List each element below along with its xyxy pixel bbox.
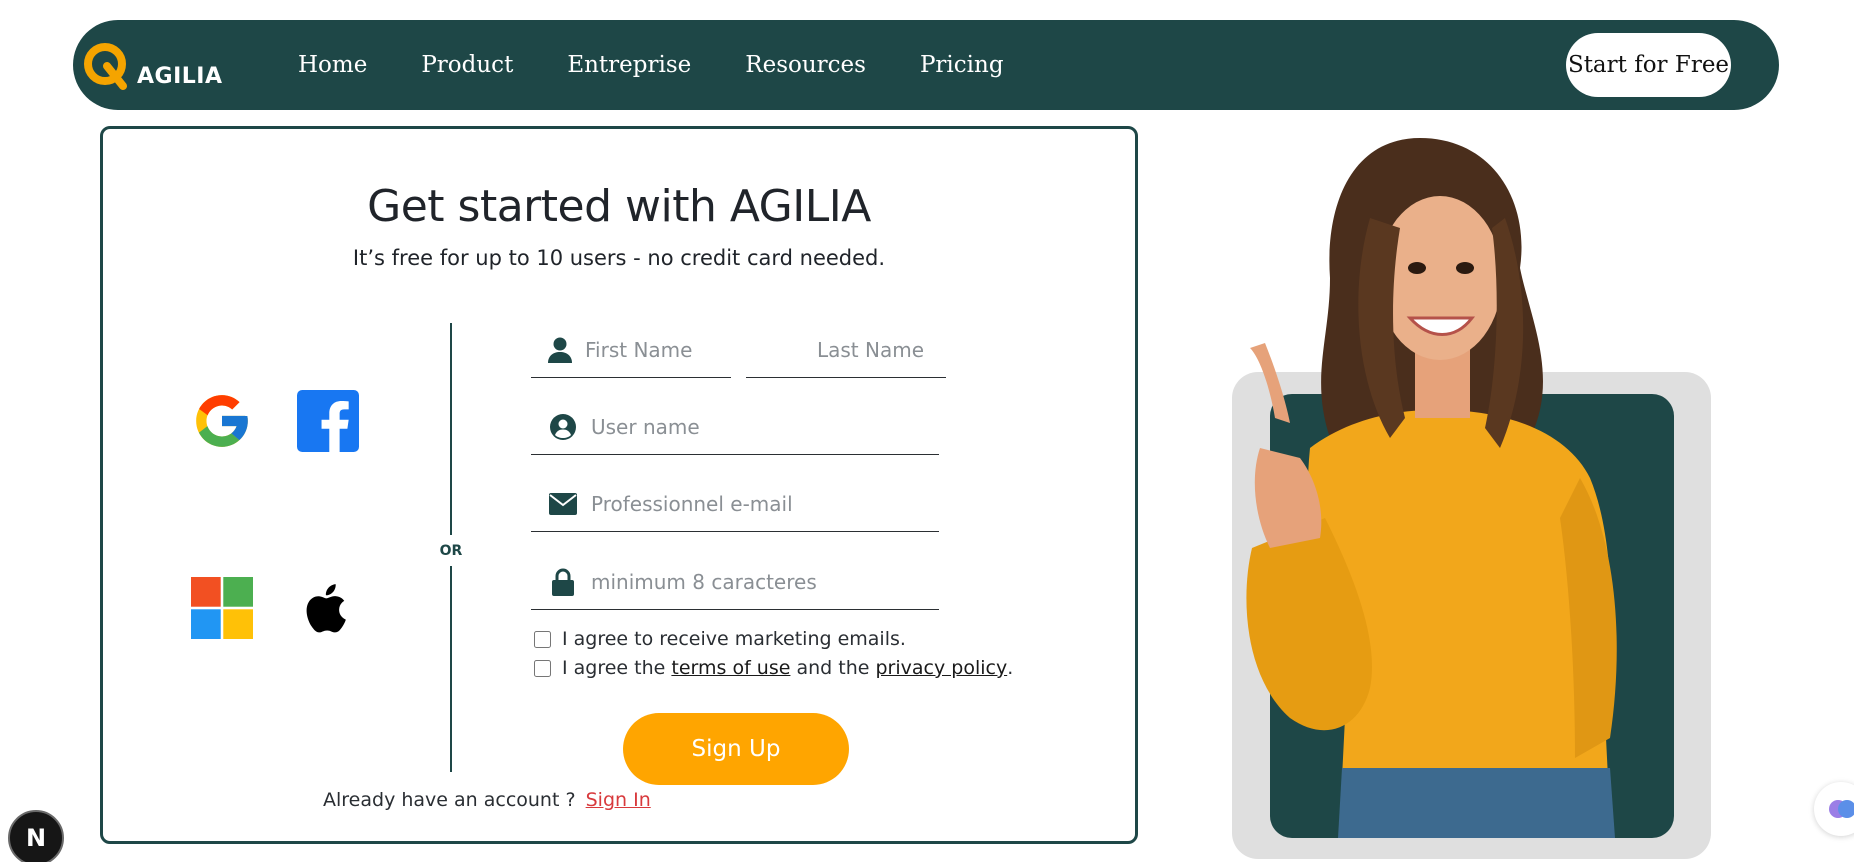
signin-prompt-row: Already have an account ? Sign In [323,789,651,811]
nav-links: Home Product Entreprise Resources Pricin… [298,20,1058,110]
microsoft-signin-button[interactable] [191,577,253,639]
terms-consent-row: I agree the terms of use and the privacy… [534,657,1013,679]
terms-middle: and the [796,657,870,679]
start-for-free-button[interactable]: Start for Free [1566,33,1731,97]
user-icon [548,335,572,365]
page-subtitle: It’s free for up to 10 users - no credit… [352,246,886,270]
lock-icon [548,567,578,597]
divider-bottom [450,566,452,772]
sign-up-button[interactable]: Sign Up [623,713,849,785]
logo-text: AGILIA [137,64,223,89]
top-navbar: AGILIA Home Product Entreprise Resources… [73,20,1779,110]
terms-suffix: . [1007,657,1014,679]
terms-prefix: I agree the [562,657,666,679]
logo-mark-icon [84,43,127,90]
microsoft-icon [191,577,253,639]
nav-pricing[interactable]: Pricing [920,52,1004,78]
nav-product[interactable]: Product [421,52,513,78]
envelope-icon [548,489,578,519]
nav-home[interactable]: Home [298,52,367,78]
username-field [531,399,939,455]
nav-resources[interactable]: Resources [745,52,866,78]
assistant-widget-button[interactable] [1814,782,1854,836]
or-divider-label: OR [439,543,463,559]
divider-top [450,323,452,535]
marketing-consent-label: I agree to receive marketing emails. [562,628,906,650]
google-icon [196,395,248,447]
email-input[interactable] [591,483,939,524]
email-field [531,476,939,532]
marketing-checkbox[interactable] [534,630,551,648]
user-circle-icon [548,412,578,442]
last-name-input[interactable] [746,329,995,370]
google-signin-button[interactable] [191,390,253,452]
terms-checkbox[interactable] [534,659,551,677]
hero-woman-illustration [1246,138,1617,838]
signin-prompt: Already have an account ? [323,789,576,811]
facebook-signin-button[interactable] [297,390,359,452]
last-name-field [746,322,995,378]
apple-signin-button[interactable] [297,577,359,639]
password-input[interactable] [591,561,939,602]
dev-tools-badge[interactable]: N [8,810,64,862]
nav-entreprise[interactable]: Entreprise [567,52,691,78]
agilia-logo[interactable]: AGILIA [81,40,223,92]
terms-of-use-link[interactable]: terms of use [671,657,790,679]
password-field [531,554,939,610]
facebook-icon [297,390,359,452]
sign-in-link[interactable]: Sign In [586,789,651,811]
signup-card: Get started with AGILIA It’s free for up… [100,126,1138,844]
username-input[interactable] [591,406,939,447]
brain-icon [1829,800,1854,818]
privacy-policy-link[interactable]: privacy policy [876,657,1008,679]
apple-icon [306,584,346,633]
first-name-field [531,322,834,378]
marketing-consent-row: I agree to receive marketing emails. [534,628,906,650]
page-title: Get started with AGILIA [367,181,871,232]
